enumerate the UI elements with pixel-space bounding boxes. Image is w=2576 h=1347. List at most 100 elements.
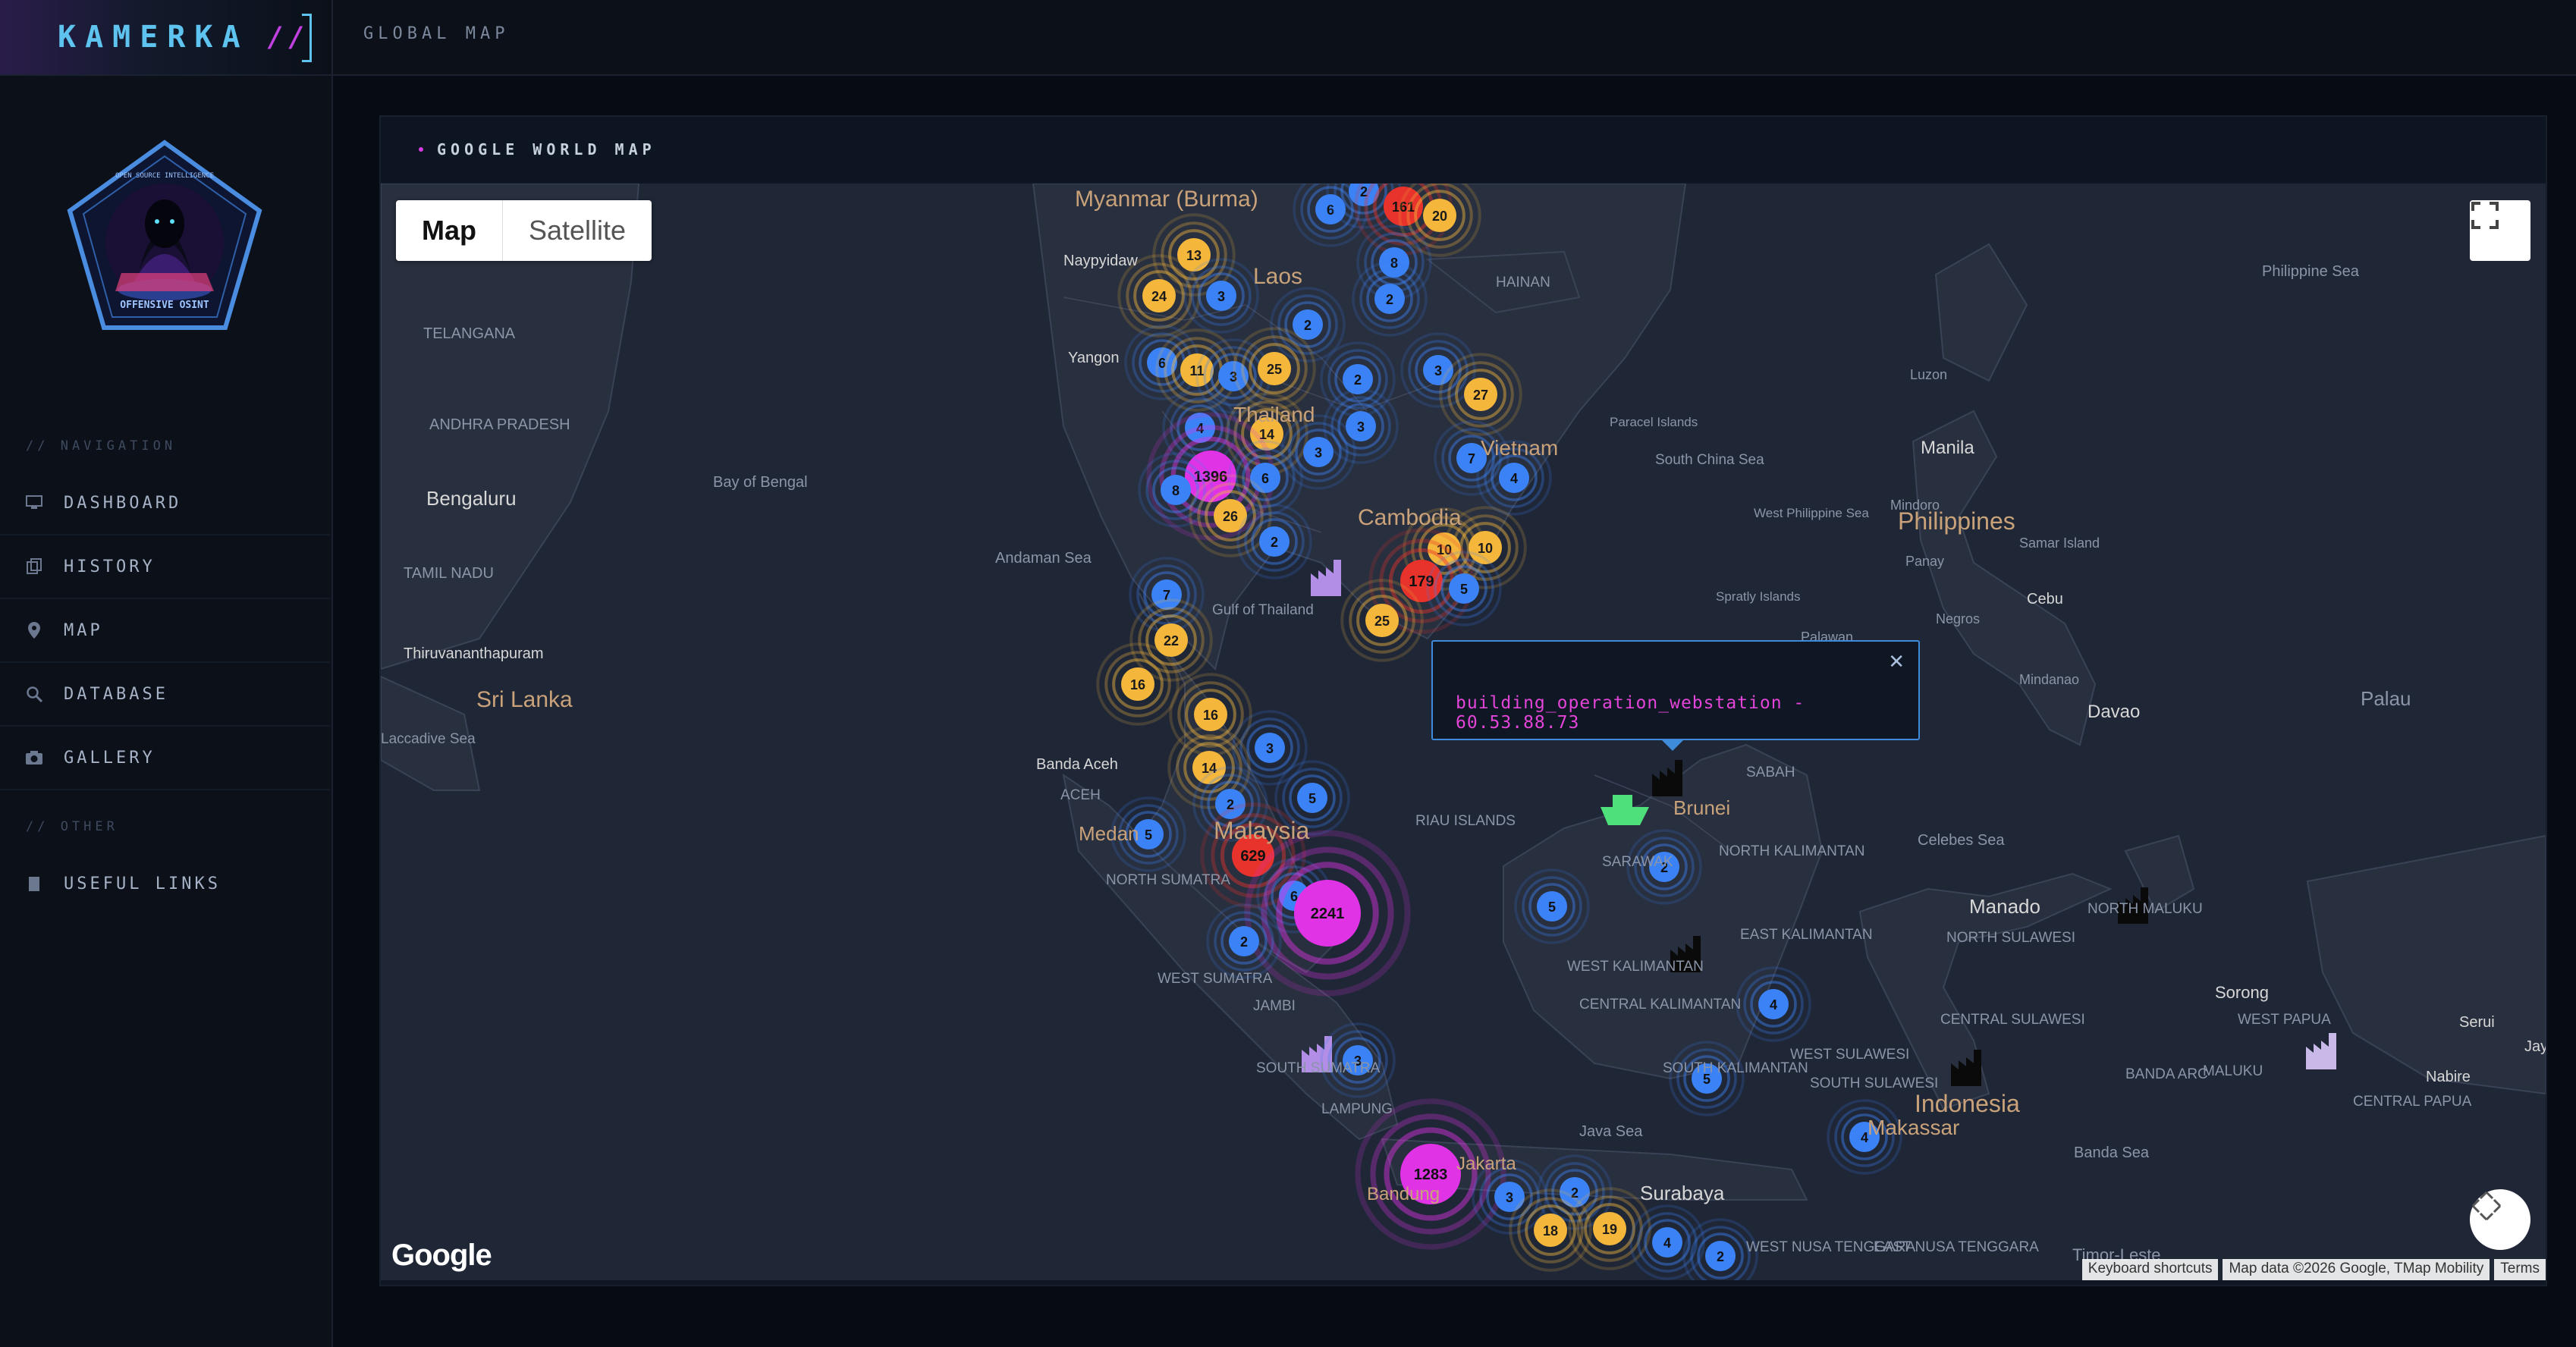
- sidebar: KAMERKA // OFFENSIVE OSINT OPEN SOURCE I…: [0, 0, 333, 1347]
- map-label: Banda Aceh: [1036, 756, 1118, 773]
- map-label: SOUTH KALIMANTAN: [1663, 1060, 1808, 1076]
- logo-ring-text: OPEN SOURCE INTELLIGENCE: [115, 172, 214, 180]
- google-logo: Google: [391, 1239, 492, 1272]
- nav-item-gallery[interactable]: GALLERY: [0, 727, 330, 790]
- cluster-count: 5: [1548, 900, 1556, 915]
- logo-caption: OFFENSIVE OSINT: [120, 300, 209, 311]
- cluster-count: 25: [1267, 362, 1282, 377]
- map-type-map[interactable]: Map: [396, 200, 502, 261]
- cluster-count: 3: [1217, 289, 1225, 304]
- map-label: Java Sea: [1579, 1123, 1643, 1140]
- map-label: Negros: [1936, 611, 1980, 626]
- nav-item-map[interactable]: MAP: [0, 599, 330, 663]
- status-dot: [419, 147, 423, 152]
- map-label: Bandung: [1367, 1184, 1440, 1204]
- cluster-count: 22: [1164, 633, 1179, 648]
- map-label: SABAH: [1746, 765, 1795, 780]
- panel-title: GOOGLE WORLD MAP: [437, 140, 656, 159]
- map-label: RIAU ISLANDS: [1415, 813, 1516, 829]
- map-label: LAMPUNG: [1321, 1101, 1393, 1117]
- search-icon: [23, 683, 46, 705]
- nav-item-history[interactable]: HISTORY: [0, 535, 330, 599]
- monitor-icon: [23, 491, 46, 514]
- map-label: NORTH SUMATRA: [1106, 872, 1230, 888]
- map-label: Manila: [1921, 438, 1974, 458]
- map-label: Sorong: [2215, 983, 2269, 1002]
- map-label: Paracel Islands: [1610, 415, 1698, 429]
- info-window[interactable]: ✕ building_operation_webstation - 60.53.…: [1431, 640, 1920, 751]
- nav-item-useful-links[interactable]: USEFUL LINKS: [0, 852, 330, 915]
- map-label: Bengaluru: [426, 487, 517, 510]
- map-label: EAST KALIMANTAN: [1740, 927, 1873, 943]
- map-label: Jayapura: [2524, 1038, 2546, 1055]
- map-label: CENTRAL KALIMANTAN: [1579, 997, 1741, 1013]
- map-label: SOUTH SUMATRA: [1256, 1060, 1381, 1076]
- cluster-count: 2: [1717, 1249, 1724, 1264]
- cluster-count: 27: [1473, 388, 1488, 403]
- keyboard-shortcuts-link[interactable]: Keyboard shortcuts: [2081, 1259, 2219, 1280]
- map-type-satellite[interactable]: Satellite: [502, 200, 652, 261]
- camera-control-button[interactable]: [2470, 1189, 2530, 1250]
- close-icon[interactable]: ✕: [1888, 651, 1905, 674]
- camera-icon: [23, 746, 46, 769]
- info-window-tail: [1660, 739, 1685, 751]
- map-label: Cebu: [2027, 591, 2063, 608]
- map-label: SARAWAK: [1602, 854, 1673, 870]
- cluster-count: 2: [1304, 318, 1312, 333]
- google-map[interactable]: 6 2 161 20 13 8 24 3 2 2 6 11 3 25 2 3 27 4 14 3 3 7 4 1396 8 6 26…: [381, 184, 2546, 1280]
- cluster-count: 2: [1240, 934, 1248, 950]
- cluster-count: 5: [1308, 791, 1316, 806]
- map-label: Mindoro: [1890, 498, 1940, 513]
- map-label: NORTH KALIMANTAN: [1719, 843, 1865, 859]
- top-bar: GLOBAL MAP: [333, 0, 2576, 76]
- nav-section-label: // NAVIGATION: [26, 438, 177, 454]
- fullscreen-button[interactable]: [2470, 200, 2530, 261]
- map-label: ACEH: [1060, 787, 1101, 803]
- map-label: TELANGANA: [423, 325, 516, 342]
- map-type-control[interactable]: Map Satellite: [396, 200, 652, 261]
- nav-section-label: // OTHER: [26, 819, 118, 834]
- cluster-count: 1283: [1414, 1166, 1448, 1183]
- map-label: Panay: [1905, 554, 1944, 569]
- fullscreen-icon: [2471, 202, 2499, 229]
- cluster-count: 24: [1151, 289, 1167, 304]
- nav-item-database[interactable]: DATABASE: [0, 663, 330, 727]
- map-label: BANDA ARC: [2125, 1066, 2208, 1082]
- map-label: Andaman Sea: [995, 550, 1092, 567]
- terms-link[interactable]: Terms: [2494, 1259, 2546, 1280]
- map-label: Surabaya: [1640, 1182, 1725, 1204]
- map-label: NORTH MALUKU: [2088, 901, 2203, 917]
- history-icon: [23, 555, 46, 578]
- cluster-count: 3: [1506, 1190, 1513, 1205]
- map-label: South China Sea: [1655, 452, 1764, 468]
- map-label: Vietnam: [1481, 436, 1558, 460]
- map-label: Indonesia: [1915, 1090, 2020, 1117]
- brand-header[interactable]: KAMERKA //: [0, 0, 331, 76]
- nav-item-label: HISTORY: [64, 557, 156, 576]
- map-label: TAMIL NADU: [404, 565, 494, 582]
- map-label: CENTRAL PAPUA: [2353, 1094, 2472, 1110]
- cluster-count: 26: [1223, 509, 1238, 524]
- map-label: Davao: [2088, 702, 2140, 722]
- map-label: Luzon: [1910, 367, 1947, 382]
- page-title: GLOBAL MAP: [363, 24, 510, 43]
- map-label: Myanmar (Burma): [1075, 187, 1258, 212]
- map-label: Bay of Bengal: [713, 474, 808, 491]
- map-label: Medan: [1079, 822, 1139, 845]
- brand-bracket: [302, 14, 312, 62]
- cluster-count: 4: [1770, 997, 1777, 1013]
- cluster-count: 4: [1510, 471, 1518, 486]
- map-label: Nabire: [2426, 1069, 2471, 1085]
- nav-item-dashboard[interactable]: DASHBOARD: [0, 472, 330, 535]
- brand-name: KAMERKA: [58, 20, 250, 55]
- map-label: Laccadive Sea: [381, 731, 476, 747]
- map-label: Celebes Sea: [1918, 832, 2005, 849]
- cluster-count: 7: [1468, 451, 1475, 466]
- map-label: MALUKU: [2203, 1063, 2263, 1079]
- nav-item-label: USEFUL LINKS: [64, 874, 221, 893]
- map-pin-icon: [23, 619, 46, 642]
- map-label: WEST SULAWESI: [1790, 1047, 1909, 1063]
- cluster-count: 3: [1315, 445, 1322, 460]
- cluster-count: 3: [1434, 363, 1442, 378]
- map-label: Laos: [1253, 264, 1302, 289]
